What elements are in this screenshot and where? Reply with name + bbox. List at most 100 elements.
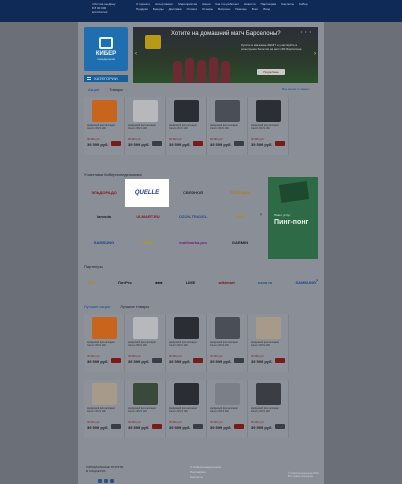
top-menu-item[interactable]: Кибер bbox=[299, 2, 307, 6]
brand-logo[interactable]: GARMIN bbox=[220, 240, 260, 245]
buy-button[interactable] bbox=[193, 424, 203, 429]
product-card[interactable]: Цифровой фотоаппарат Canon IXUS 190 38 99… bbox=[125, 97, 166, 155]
brand-logo[interactable]: ЭЛЬДОРАДО bbox=[84, 190, 124, 195]
partner-logo[interactable]: SAMSUNG bbox=[296, 280, 316, 285]
tab-best-products[interactable]: Лучшие товары bbox=[120, 304, 149, 309]
top-menu-item[interactable]: Оплата bbox=[187, 7, 197, 11]
brand-logo[interactable]: Bell bbox=[220, 214, 260, 219]
top-menu-item[interactable]: Мероприятия bbox=[178, 2, 197, 6]
tab-best-deals[interactable]: Лучшие акции bbox=[84, 304, 110, 309]
top-menu-item[interactable]: Ассортимент bbox=[155, 2, 173, 6]
carousel-next-icon[interactable]: › bbox=[314, 51, 316, 57]
product-card[interactable]: Цифровой фотоаппарат Canon IXUS 190 38 99… bbox=[248, 380, 289, 438]
product-name[interactable]: Цифровой фотоаппарат Canon IXUS 190 bbox=[169, 407, 205, 413]
product-name[interactable]: Цифровой фотоаппарат Canon IXUS 190 bbox=[251, 341, 287, 347]
top-menu-item[interactable]: Отзывы bbox=[202, 7, 213, 11]
product-name[interactable]: Цифровой фотоаппарат Canon IXUS 190 bbox=[87, 124, 123, 130]
brand-logo[interactable]: SAMSUNG bbox=[84, 240, 124, 245]
product-image[interactable] bbox=[174, 317, 199, 339]
product-image[interactable] bbox=[174, 100, 199, 122]
product-image[interactable] bbox=[256, 383, 281, 405]
buy-button[interactable] bbox=[111, 358, 121, 363]
buy-button[interactable] bbox=[234, 358, 244, 363]
product-image[interactable] bbox=[256, 100, 281, 122]
product-image[interactable] bbox=[256, 317, 281, 339]
buy-button[interactable] bbox=[275, 358, 285, 363]
brand-logo[interactable]: ЗЕНИТ bbox=[128, 240, 168, 245]
product-card[interactable]: Цифровой фотоаппарат Canon IXUS 190 38 99… bbox=[207, 314, 248, 372]
partner-logo[interactable]: wikimart bbox=[218, 280, 234, 285]
product-card[interactable]: Цифровой фотоаппарат Canon IXUS 190 38 99… bbox=[125, 314, 166, 372]
product-name[interactable]: Цифровой фотоаппарат Canon IXUS 190 bbox=[169, 124, 205, 130]
buy-button[interactable] bbox=[193, 141, 203, 146]
top-menu-item[interactable]: Вход bbox=[263, 7, 270, 11]
brand-logo[interactable]: СВЯЗНОЙ bbox=[173, 190, 213, 195]
partner-logo[interactable]: ЛитРес bbox=[118, 280, 132, 285]
product-card[interactable]: Цифровой фотоаппарат Canon IXUS 190 38 99… bbox=[166, 97, 207, 155]
hero-banner[interactable]: • • • Хотите на домашний матч Барселоны?… bbox=[133, 27, 318, 83]
product-name[interactable]: Цифровой фотоаппарат Canon IXUS 190 bbox=[128, 124, 164, 130]
buy-button[interactable] bbox=[193, 358, 203, 363]
catalog-button[interactable]: КАТЕГОРИИ bbox=[84, 75, 128, 82]
tab-products[interactable]: Товары bbox=[109, 87, 123, 92]
product-card[interactable]: Цифровой фотоаппарат Canon IXUS 190 38 99… bbox=[84, 97, 125, 155]
product-card[interactable]: Цифровой фотоаппарат Canon IXUS 190 38 99… bbox=[125, 380, 166, 438]
product-image[interactable] bbox=[215, 100, 240, 122]
product-name[interactable]: Цифровой фотоаппарат Canon IXUS 190 bbox=[87, 407, 123, 413]
product-card[interactable]: Цифровой фотоаппарат Canon IXUS 190 38 99… bbox=[166, 314, 207, 372]
top-menu-item[interactable]: Бренды bbox=[153, 7, 164, 11]
product-name[interactable]: Цифровой фотоаппарат Canon IXUS 190 bbox=[169, 341, 205, 347]
buy-button[interactable] bbox=[111, 141, 121, 146]
side-ad-banner[interactable]: Пакет услуг Пинг-понг bbox=[268, 177, 318, 259]
top-menu-item[interactable]: О проекте bbox=[136, 2, 150, 6]
product-image[interactable] bbox=[92, 100, 117, 122]
product-name[interactable]: Цифровой фотоаппарат Canon IXUS 190 bbox=[87, 341, 123, 347]
top-menu-item[interactable]: Доставка bbox=[169, 7, 182, 11]
product-image[interactable] bbox=[92, 383, 117, 405]
product-image[interactable] bbox=[133, 383, 158, 405]
top-menu-item[interactable]: Новости bbox=[244, 2, 256, 6]
product-name[interactable]: Цифровой фотоаппарат Canon IXUS 190 bbox=[251, 124, 287, 130]
buy-button[interactable] bbox=[111, 424, 121, 429]
brand-logo[interactable]: OZON.TRAVEL bbox=[173, 214, 213, 219]
top-menu-item[interactable]: Контакты bbox=[281, 2, 294, 6]
product-card[interactable]: Цифровой фотоаппарат Canon IXUS 190 38 99… bbox=[248, 97, 289, 155]
buy-button[interactable] bbox=[152, 358, 162, 363]
product-card[interactable]: Цифровой фотоаппарат Canon IXUS 190 38 99… bbox=[166, 380, 207, 438]
brand-logo[interactable]: multivarka.pro bbox=[173, 240, 213, 245]
brand-quelle[interactable]: QUELLE bbox=[125, 179, 169, 207]
product-image[interactable] bbox=[215, 383, 240, 405]
product-image[interactable] bbox=[174, 383, 199, 405]
top-menu-item[interactable]: Вопросы bbox=[218, 7, 230, 11]
vk-icon[interactable] bbox=[98, 479, 102, 483]
brand-logo[interactable]: lamoda bbox=[84, 214, 124, 219]
product-card[interactable]: Цифровой фотоаппарат Canon IXUS 190 38 99… bbox=[207, 97, 248, 155]
buy-button[interactable] bbox=[152, 141, 162, 146]
buy-button[interactable] bbox=[275, 424, 285, 429]
brand-logo[interactable]: TEXCOMA bbox=[220, 190, 260, 195]
buy-button[interactable] bbox=[152, 424, 162, 429]
product-card[interactable]: Цифровой фотоаппарат Canon IXUS 190 38 99… bbox=[248, 314, 289, 372]
partner-logo[interactable]: ■■■ bbox=[155, 280, 162, 285]
footer-link-contacts[interactable]: Контакты bbox=[190, 475, 240, 480]
top-menu-item[interactable]: Акции bbox=[202, 2, 210, 6]
top-menu-item[interactable]: Подарки bbox=[136, 7, 148, 11]
hero-cta-button[interactable]: Подробнее bbox=[257, 69, 285, 75]
buy-button[interactable] bbox=[275, 141, 285, 146]
product-card[interactable]: Цифровой фотоаппарат Canon IXUS 190 38 99… bbox=[207, 380, 248, 438]
top-menu-item[interactable]: Как это работает bbox=[215, 2, 238, 6]
product-name[interactable]: Цифровой фотоаппарат Canon IXUS 190 bbox=[210, 124, 246, 130]
tab-deals[interactable]: Акции bbox=[88, 87, 99, 92]
partner-logo[interactable]: 585 bbox=[88, 280, 95, 285]
product-card[interactable]: Цифровой фотоаппарат Canon IXUS 190 38 99… bbox=[84, 380, 125, 438]
carousel-prev-icon[interactable]: ‹ bbox=[135, 51, 137, 57]
product-name[interactable]: Цифровой фотоаппарат Canon IXUS 190 bbox=[210, 341, 246, 347]
site-logo[interactable]: КИБЕР понедельник bbox=[84, 27, 128, 71]
brand-logo[interactable]: ULMART.RU bbox=[128, 214, 168, 219]
top-menu-item[interactable]: Партнёрам bbox=[261, 2, 277, 6]
partner-logo[interactable]: LIME bbox=[186, 280, 196, 285]
top-menu-item[interactable]: Блог bbox=[252, 7, 258, 11]
product-name[interactable]: Цифровой фотоаппарат Canon IXUS 190 bbox=[251, 407, 287, 413]
twitter-icon[interactable] bbox=[110, 479, 114, 483]
product-image[interactable] bbox=[215, 317, 240, 339]
